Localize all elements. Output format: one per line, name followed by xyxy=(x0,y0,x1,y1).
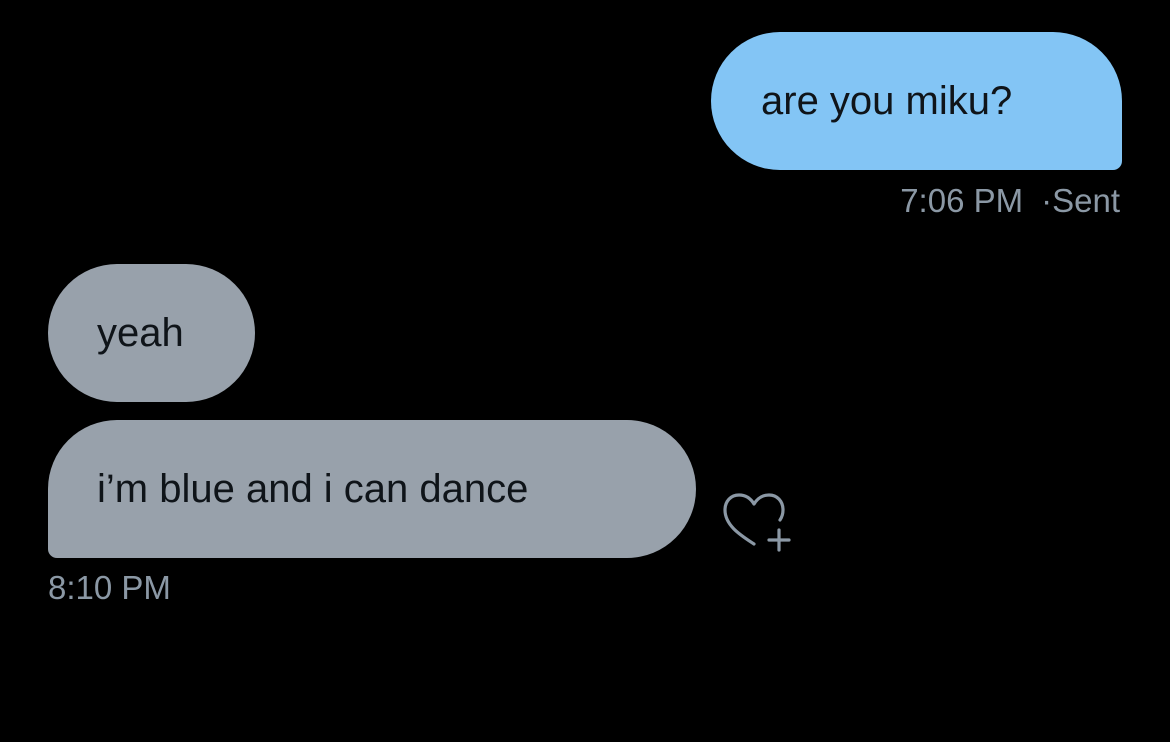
received-message-bubble[interactable]: yeah xyxy=(48,264,255,402)
sent-message-bubble[interactable]: are you miku? xyxy=(711,32,1122,170)
received-message-time: 8:10 PM xyxy=(48,569,171,606)
sent-message-time: 7:06 PM xyxy=(900,182,1024,219)
received-message-text: yeah xyxy=(97,310,184,355)
heart-plus-icon xyxy=(723,493,791,552)
sent-message-meta: 7:06 PM ·Sent xyxy=(900,182,1120,220)
add-reaction-button[interactable] xyxy=(718,488,798,558)
received-message-bubble[interactable]: i’m blue and i can dance xyxy=(48,420,696,558)
sent-status: Sent xyxy=(1052,182,1120,219)
received-message-text: i’m blue and i can dance xyxy=(97,466,529,511)
sent-message-text: are you miku? xyxy=(761,78,1013,123)
meta-separator: · xyxy=(1041,182,1053,219)
